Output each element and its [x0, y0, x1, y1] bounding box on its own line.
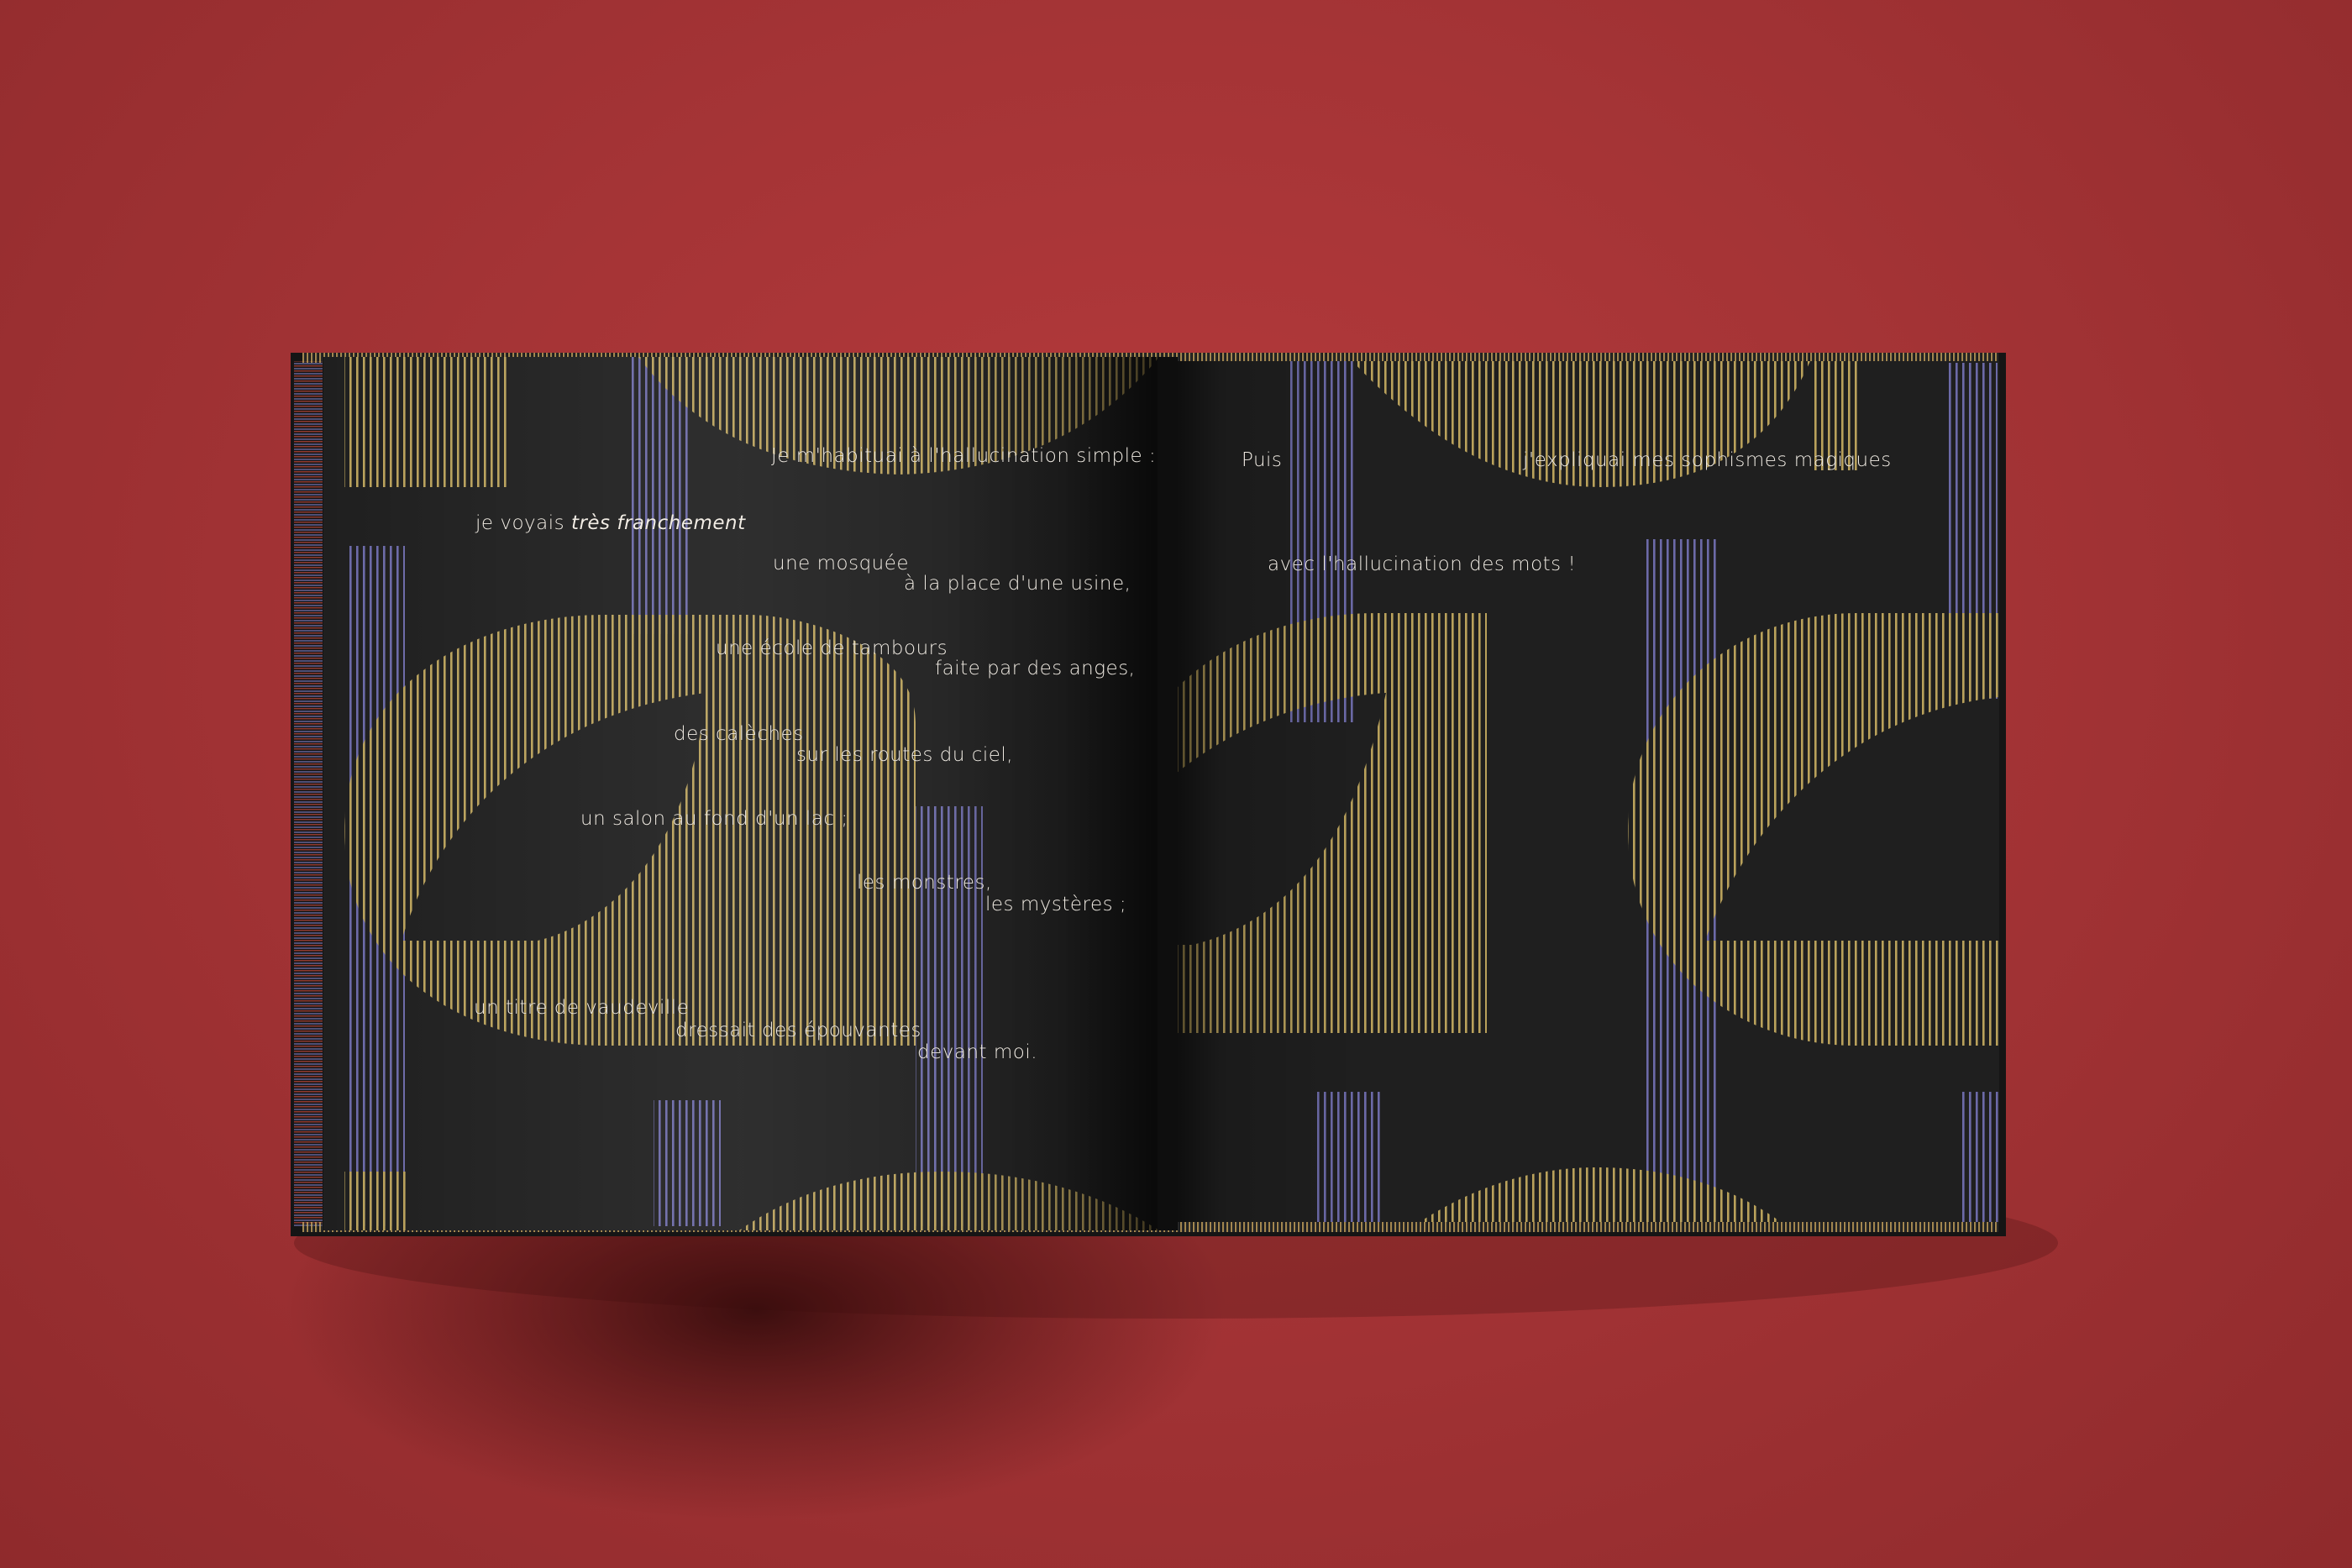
poem-line: un salon au fond d'un lac ;	[580, 808, 848, 830]
poem-line: une mosquée	[773, 553, 910, 574]
poem-line: une école de tambours	[716, 637, 948, 659]
book-spine-gutter	[1158, 357, 1178, 1230]
left-page	[323, 357, 1159, 1230]
poem-line: les mystères ;	[985, 894, 1127, 915]
poem-line: un titre de vaudeville	[474, 997, 690, 1019]
poem-line: devant moi.	[917, 1041, 1038, 1063]
poem-line: Je m'habituai à l'hallucination simple :	[771, 445, 1157, 467]
poem-line: à la place d'une usine,	[904, 573, 1131, 595]
violet-bar	[1961, 1092, 1999, 1222]
poem-line: avec l'hallucination des mots !	[1268, 553, 1577, 575]
poem-line: j'expliquai mes sophismes magiques	[1523, 449, 1892, 471]
poem-line: les monstres,	[857, 872, 992, 894]
poem-line: sur les routes du ciel,	[796, 744, 1014, 766]
poem-line: faite par des anges,	[935, 658, 1136, 679]
poem-line: dressait des épouvantes	[675, 1020, 921, 1041]
page-stack-left-edge	[294, 361, 323, 1226]
right-page	[1176, 361, 1999, 1222]
book-mockup-scene	[286, 353, 2058, 1520]
poem-line: Puis	[1242, 449, 1283, 471]
poem-line: je voyais très franchement	[475, 512, 746, 534]
poem-line: des calèches	[674, 723, 804, 745]
